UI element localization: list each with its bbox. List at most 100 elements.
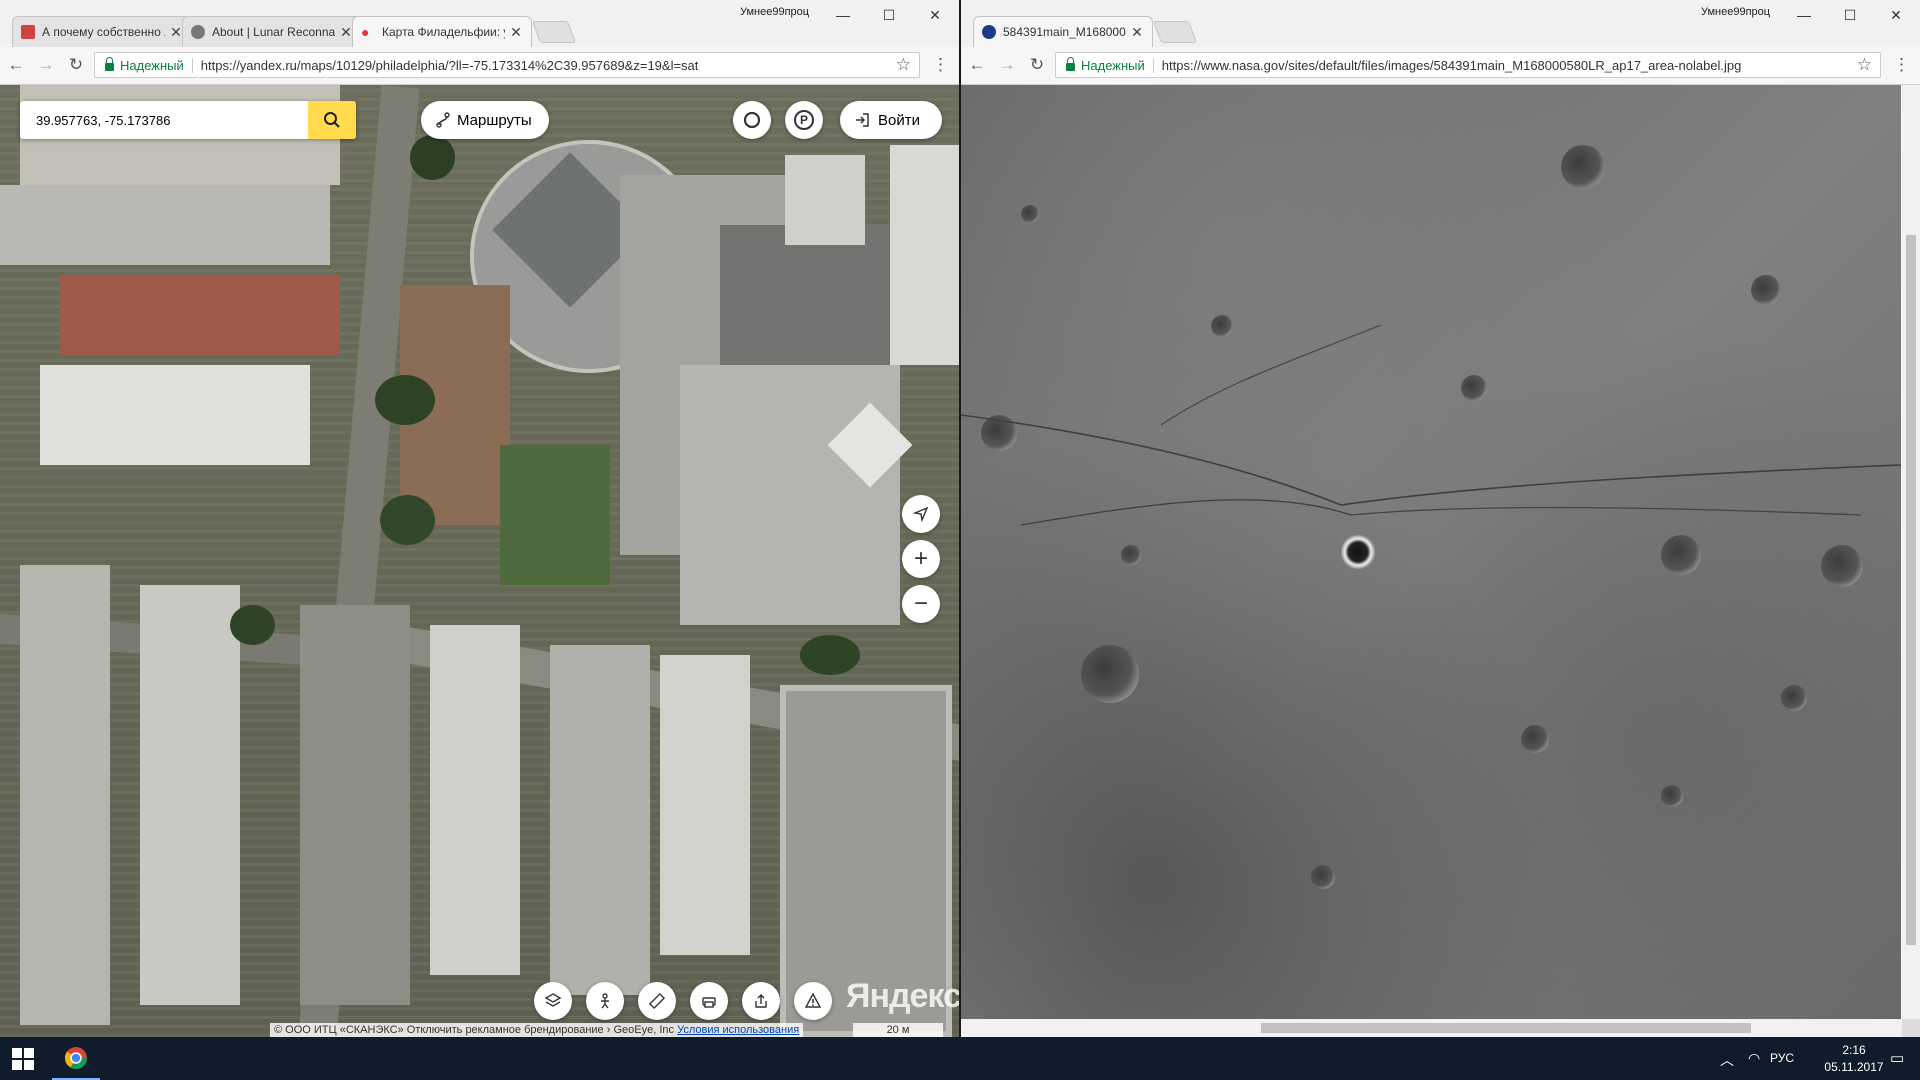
- bookmark-star-icon[interactable]: ☆: [896, 55, 911, 75]
- print-button[interactable]: [690, 982, 728, 1020]
- url-text[interactable]: https://www.nasa.gov/sites/default/files…: [1162, 58, 1742, 73]
- traffic-button[interactable]: [733, 101, 771, 139]
- tree: [800, 635, 860, 675]
- profile-name[interactable]: Умнее99проц: [740, 6, 809, 18]
- wifi-icon[interactable]: ◠: [1748, 1050, 1760, 1067]
- start-button[interactable]: [12, 1048, 34, 1070]
- new-tab-button[interactable]: [531, 21, 577, 43]
- menu-icon[interactable]: ⋮: [1893, 55, 1910, 75]
- layers-button[interactable]: [534, 982, 572, 1020]
- rover-tracks: [961, 324, 1901, 526]
- traffic-icon: [743, 111, 761, 129]
- taskbar-chrome[interactable]: [52, 1037, 100, 1080]
- close-icon[interactable]: ✕: [912, 0, 958, 30]
- site-icon: [21, 25, 35, 39]
- provider-text: GeoEye, Inc: [613, 1024, 675, 1036]
- routes-button[interactable]: Маршруты: [421, 101, 549, 139]
- share-button[interactable]: [742, 982, 780, 1020]
- zoom-in-button[interactable]: +: [902, 540, 940, 578]
- titlebar: 584391main_M16800058 ✕ Умнее99проц — ☐ ✕: [961, 0, 1920, 48]
- tab-image[interactable]: 584391main_M16800058 ✕: [973, 16, 1153, 47]
- building-roof: [60, 275, 340, 355]
- copyright-text: © ООО ИТЦ «СКАНЭКС»: [274, 1024, 404, 1036]
- close-tab-icon[interactable]: ✕: [169, 24, 183, 41]
- tab-title: Карта Филадельфии: ул: [382, 25, 505, 39]
- windows-taskbar: ︿ ◠ РУС 2:16 05.11.2017 ▭: [0, 1037, 1920, 1080]
- lunar-surface-image: [961, 85, 1901, 1019]
- scroll-thumb[interactable]: [1261, 1023, 1751, 1033]
- browser-window-right: 584391main_M16800058 ✕ Умнее99проц — ☐ ✕…: [961, 0, 1920, 1037]
- minimize-icon[interactable]: —: [820, 0, 866, 30]
- back-icon[interactable]: ←: [6, 55, 26, 75]
- scroll-corner: [1902, 1019, 1920, 1037]
- clock-date[interactable]: 05.11.2017: [1824, 1060, 1884, 1074]
- notification-icon[interactable]: ▭: [1890, 1049, 1904, 1067]
- terms-link[interactable]: Условия использования: [677, 1024, 799, 1036]
- window-controls: — ☐ ✕: [1781, 0, 1919, 30]
- tab-title: 584391main_M16800058: [1003, 25, 1126, 39]
- tab-title: А почему собственно л: [42, 25, 165, 39]
- url-text[interactable]: https://yandex.ru/maps/10129/philadelphi…: [201, 58, 699, 73]
- search-button[interactable]: [308, 101, 356, 139]
- forward-icon[interactable]: →: [997, 55, 1017, 75]
- building-roof: [40, 365, 310, 465]
- clock-time[interactable]: 2:16: [1824, 1043, 1884, 1057]
- rowhouses: [430, 625, 520, 975]
- vertical-scrollbar[interactable]: [1902, 85, 1920, 1019]
- satellite-map[interactable]: Маршруты P Войти + −: [0, 85, 959, 1037]
- reload-icon[interactable]: ↻: [66, 55, 86, 75]
- horizontal-scrollbar[interactable]: [961, 1019, 1902, 1037]
- ruler-icon: [648, 992, 666, 1010]
- address-bar-row: ← → ↻ Надежный https://www.nasa.gov/site…: [961, 47, 1920, 85]
- chevron-right-icon: ›: [606, 1024, 611, 1036]
- parking-button[interactable]: P: [785, 101, 823, 139]
- rowhouses: [660, 655, 750, 955]
- site-icon: [191, 25, 205, 39]
- language-indicator[interactable]: РУС: [1770, 1051, 1794, 1065]
- chevron-up-icon[interactable]: ︿: [1720, 1050, 1734, 1070]
- maximize-icon[interactable]: ☐: [1827, 0, 1873, 30]
- plus-icon: +: [913, 545, 928, 572]
- new-tab-button[interactable]: [1152, 21, 1198, 43]
- map-attribution: © ООО ИТЦ «СКАНЭКС» Отключить рекламное …: [270, 1023, 804, 1037]
- navigation-arrow-icon: [913, 506, 929, 522]
- parking-icon: P: [794, 110, 814, 130]
- back-icon[interactable]: ←: [967, 55, 987, 75]
- browser-window-left: А почему собственно л ✕ About | Lunar Re…: [0, 0, 959, 1037]
- tab-1[interactable]: А почему собственно л ✕: [12, 16, 192, 47]
- windows-logo-icon: [12, 1048, 34, 1070]
- close-tab-icon[interactable]: ✕: [509, 24, 523, 41]
- reload-icon[interactable]: ↻: [1027, 55, 1047, 75]
- close-icon[interactable]: ✕: [1873, 0, 1919, 30]
- zoom-out-button[interactable]: −: [902, 585, 940, 623]
- minimize-icon[interactable]: —: [1781, 0, 1827, 30]
- close-tab-icon[interactable]: ✕: [1130, 24, 1144, 41]
- minus-icon: −: [913, 590, 928, 617]
- rowhouses: [20, 565, 110, 1025]
- omnibox[interactable]: Надежный https://www.nasa.gov/sites/defa…: [1055, 52, 1881, 78]
- bookmark-star-icon[interactable]: ☆: [1857, 55, 1872, 75]
- search-input[interactable]: [20, 111, 318, 129]
- tab-2[interactable]: About | Lunar Reconnais ✕: [182, 16, 362, 47]
- tree: [380, 495, 435, 545]
- omnibox[interactable]: Надежный https://yandex.ru/maps/10129/ph…: [94, 52, 920, 78]
- scroll-thumb[interactable]: [1906, 235, 1916, 945]
- ruler-button[interactable]: [638, 982, 676, 1020]
- tab-strip: 584391main_M16800058 ✕: [973, 14, 1198, 47]
- forward-icon[interactable]: →: [36, 55, 56, 75]
- profile-name[interactable]: Умнее99проц: [1701, 6, 1770, 18]
- panorama-button[interactable]: [586, 982, 624, 1020]
- tab-3[interactable]: ● Карта Филадельфии: ул ✕: [352, 16, 532, 47]
- my-location-button[interactable]: [902, 495, 940, 533]
- menu-icon[interactable]: ⋮: [932, 55, 949, 75]
- maximize-icon[interactable]: ☐: [866, 0, 912, 30]
- search-box[interactable]: [20, 101, 356, 139]
- ads-toggle-link[interactable]: Отключить рекламное брендирование: [407, 1024, 604, 1036]
- close-tab-icon[interactable]: ✕: [339, 24, 353, 41]
- chrome-icon: [64, 1046, 87, 1069]
- tree: [230, 605, 275, 645]
- routes-label: Маршруты: [457, 111, 532, 129]
- login-button[interactable]: Войти: [840, 101, 942, 139]
- report-button[interactable]: [794, 982, 832, 1020]
- secure-label: Надежный: [120, 57, 193, 73]
